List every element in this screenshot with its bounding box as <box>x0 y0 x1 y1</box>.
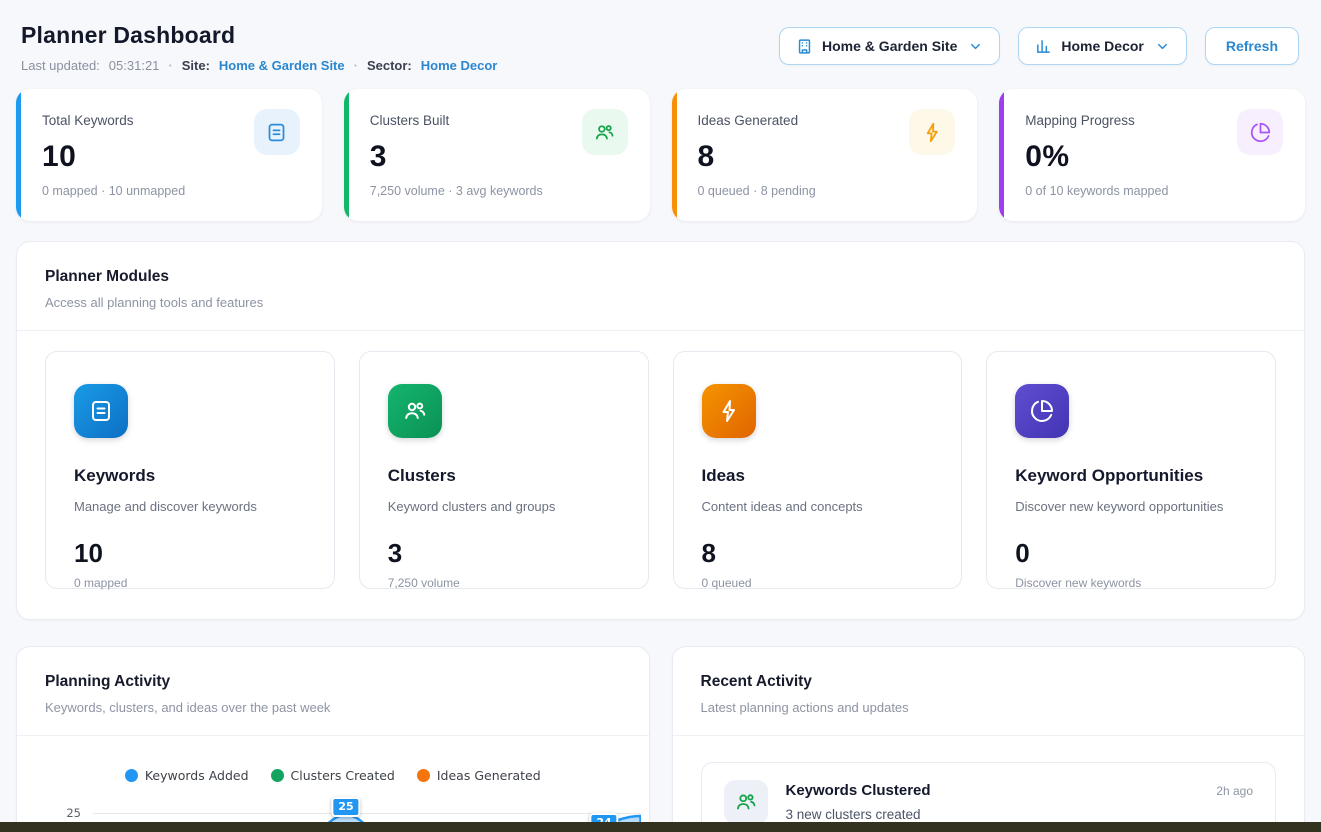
module-description: Discover new keyword opportunities <box>1015 499 1247 514</box>
module-description: Content ideas and concepts <box>702 499 934 514</box>
meta-separator: · <box>168 58 172 73</box>
planning-activity-header: Planning Activity Keywords, clusters, an… <box>17 647 649 735</box>
modules-title: Planner Modules <box>45 268 1276 286</box>
stat-card-clusters-built: Clusters Built 3 7,250 volume · 3 avg ke… <box>344 89 650 221</box>
site-label: Site: <box>182 58 210 73</box>
module-card-keyword-opportunities[interactable]: Keyword Opportunities Discover new keywo… <box>986 351 1276 589</box>
refresh-label: Refresh <box>1226 38 1278 54</box>
legend-item-ideas-generated[interactable]: Ideas Generated <box>417 768 541 783</box>
header-left: Planner Dashboard Last updated: 05:31:21… <box>21 22 497 73</box>
recent-activity-title: Recent Activity <box>701 673 1277 691</box>
y-axis-tick: 25 <box>55 806 81 820</box>
stat-subtitle: 7,250 volume · 3 avg keywords <box>370 184 624 198</box>
module-sub-label: 0 queued <box>702 576 934 590</box>
page-header: Planner Dashboard Last updated: 05:31:21… <box>16 22 1305 73</box>
module-card-clusters[interactable]: Clusters Keyword clusters and groups 3 7… <box>359 351 649 589</box>
building-icon <box>796 38 813 55</box>
stat-subtitle: 0 mapped · 10 unmapped <box>42 184 296 198</box>
legend-dot-icon <box>125 769 138 782</box>
chevron-down-icon <box>1155 39 1170 54</box>
bar-chart-icon <box>1035 38 1052 55</box>
sector-label: Sector: <box>367 58 412 73</box>
document-icon <box>74 384 128 438</box>
module-card-keywords[interactable]: Keywords Manage and discover keywords 10… <box>45 351 335 589</box>
pie-chart-icon <box>1237 109 1283 155</box>
module-sub-label: Discover new keywords <box>1015 576 1247 590</box>
header-actions: Home & Garden Site Home Decor Refresh <box>779 27 1299 65</box>
legend-item-clusters-created[interactable]: Clusters Created <box>271 768 395 783</box>
planning-activity-title: Planning Activity <box>45 673 621 691</box>
chevron-down-icon <box>968 39 983 54</box>
site-link[interactable]: Home & Garden Site <box>219 58 345 73</box>
activity-text: Keywords Clustered 3 new clusters create… <box>786 780 1199 822</box>
planner-dashboard-page: Planner Dashboard Last updated: 05:31:21… <box>0 0 1321 832</box>
planning-activity-subtitle: Keywords, clusters, and ideas over the p… <box>45 700 621 715</box>
activity-description: 3 new clusters created <box>786 807 1199 822</box>
module-value: 0 <box>1015 538 1247 569</box>
modules-subtitle: Access all planning tools and features <box>45 295 1276 310</box>
module-title: Clusters <box>388 466 620 486</box>
sector-selector-label: Home Decor <box>1061 38 1143 54</box>
sector-selector-dropdown[interactable]: Home Decor <box>1018 27 1186 65</box>
activity-list: Keywords Clustered 3 new clusters create… <box>673 736 1305 832</box>
module-sub-label: 7,250 volume <box>388 576 620 590</box>
stat-card-total-keywords: Total Keywords 10 0 mapped · 10 unmapped <box>16 89 322 221</box>
modules-panel-header: Planner Modules Access all planning tool… <box>17 242 1304 330</box>
planning-activity-panel: Planning Activity Keywords, clusters, an… <box>16 646 650 832</box>
stat-card-ideas-generated: Ideas Generated 8 0 queued · 8 pending <box>672 89 978 221</box>
module-sub-label: 0 mapped <box>74 576 306 590</box>
planner-modules-panel: Planner Modules Access all planning tool… <box>16 241 1305 620</box>
module-description: Manage and discover keywords <box>74 499 306 514</box>
legend-label: Ideas Generated <box>437 768 541 783</box>
users-icon <box>388 384 442 438</box>
module-value: 8 <box>702 538 934 569</box>
document-icon <box>254 109 300 155</box>
users-icon <box>724 780 768 824</box>
module-title: Keyword Opportunities <box>1015 466 1247 486</box>
bottom-row: Planning Activity Keywords, clusters, an… <box>16 646 1305 832</box>
module-title: Ideas <box>702 466 934 486</box>
pie-chart-icon <box>1015 384 1069 438</box>
modules-grid: Keywords Manage and discover keywords 10… <box>17 331 1304 619</box>
recent-activity-panel: Recent Activity Latest planning actions … <box>672 646 1306 832</box>
activity-chart: Keywords Added Clusters Created Ideas Ge… <box>17 736 649 832</box>
data-point-label: 25 <box>331 797 360 817</box>
last-updated-label: Last updated: <box>21 58 100 73</box>
legend-item-keywords-added[interactable]: Keywords Added <box>125 768 249 783</box>
module-title: Keywords <box>74 466 306 486</box>
legend-label: Clusters Created <box>291 768 395 783</box>
users-icon <box>582 109 628 155</box>
bottom-edge-bar <box>0 822 1321 832</box>
chart-legend: Keywords Added Clusters Created Ideas Ge… <box>17 736 649 783</box>
last-updated-time: 05:31:21 <box>109 58 160 73</box>
stat-subtitle: 0 queued · 8 pending <box>698 184 952 198</box>
bolt-icon <box>702 384 756 438</box>
header-meta: Last updated: 05:31:21 · Site: Home & Ga… <box>21 58 497 73</box>
recent-activity-header: Recent Activity Latest planning actions … <box>673 647 1305 735</box>
module-value: 10 <box>74 538 306 569</box>
stat-card-mapping-progress: Mapping Progress 0% 0 of 10 keywords map… <box>999 89 1305 221</box>
stats-row: Total Keywords 10 0 mapped · 10 unmapped… <box>16 89 1305 221</box>
module-card-ideas[interactable]: Ideas Content ideas and concepts 8 0 que… <box>673 351 963 589</box>
meta-separator: · <box>354 58 358 73</box>
module-value: 3 <box>388 538 620 569</box>
bolt-icon <box>909 109 955 155</box>
legend-label: Keywords Added <box>145 768 249 783</box>
legend-dot-icon <box>271 769 284 782</box>
refresh-button[interactable]: Refresh <box>1205 27 1299 65</box>
site-selector-dropdown[interactable]: Home & Garden Site <box>779 27 1000 65</box>
recent-activity-subtitle: Latest planning actions and updates <box>701 700 1277 715</box>
legend-dot-icon <box>417 769 430 782</box>
sector-link[interactable]: Home Decor <box>421 58 498 73</box>
module-description: Keyword clusters and groups <box>388 499 620 514</box>
site-selector-label: Home & Garden Site <box>822 38 957 54</box>
stat-subtitle: 0 of 10 keywords mapped <box>1025 184 1279 198</box>
page-title: Planner Dashboard <box>21 22 497 49</box>
activity-title: Keywords Clustered <box>786 782 1199 799</box>
activity-timestamp: 2h ago <box>1216 780 1253 798</box>
